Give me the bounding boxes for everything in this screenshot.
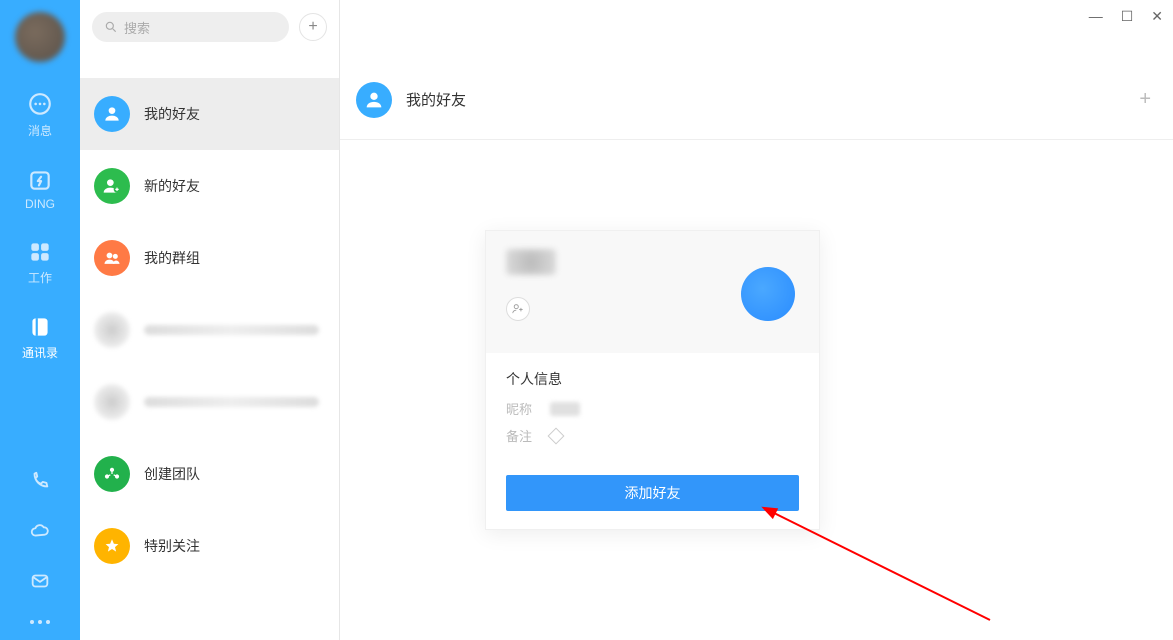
nickname-row: 昵称 [506, 399, 799, 418]
remark-label: 备注 [506, 426, 532, 445]
add-friend-button[interactable]: 添加好友 [506, 475, 799, 511]
person-plus-icon [94, 168, 130, 204]
nav-label: 消息 [28, 122, 52, 139]
chat-bubble-icon [27, 92, 53, 118]
header-add-button[interactable]: + [1139, 88, 1151, 111]
search-input[interactable]: 搜索 [92, 12, 289, 42]
blur-avatar [94, 312, 130, 348]
nav-label: 通讯录 [22, 344, 58, 361]
nav-contacts[interactable]: 通讯录 [22, 314, 58, 361]
contacts-list: 我的好友 新的好友 我的群组 创建团队 [80, 78, 339, 582]
cloud-icon[interactable] [29, 520, 51, 542]
add-button[interactable]: + [299, 13, 327, 41]
nav-label: DING [25, 197, 55, 211]
main-title: 我的好友 [406, 89, 466, 110]
row-label: 我的好友 [144, 104, 200, 124]
window-controls: — ☐ ✕ [1089, 8, 1163, 25]
user-name-blur [506, 249, 556, 275]
star-icon [94, 528, 130, 564]
nav-messages[interactable]: 消息 [27, 92, 53, 139]
rail-nav-group: 消息 DING 工作 通讯录 [22, 92, 58, 361]
blur-text [144, 397, 319, 407]
blur-text [144, 325, 319, 335]
row-label: 特别关注 [144, 536, 200, 556]
remark-row: 备注 [506, 426, 799, 445]
nav-ding[interactable]: DING [25, 167, 55, 211]
nickname-value-blur [550, 402, 580, 416]
card-header [486, 231, 819, 353]
maximize-button[interactable]: ☐ [1121, 8, 1134, 25]
edit-icon[interactable] [548, 427, 565, 444]
search-icon [104, 20, 118, 34]
minimize-button[interactable]: — [1089, 8, 1103, 25]
team-icon [94, 456, 130, 492]
row-obscured[interactable] [80, 294, 339, 366]
nickname-label: 昵称 [506, 399, 532, 418]
card-body: 个人信息 昵称 备注 [486, 353, 819, 465]
nav-work[interactable]: 工作 [27, 239, 53, 286]
apps-grid-icon [27, 239, 53, 265]
search-row: 搜索 + [80, 0, 339, 42]
row-label: 创建团队 [144, 464, 200, 484]
phone-icon[interactable] [29, 470, 51, 492]
left-rail: 消息 DING 工作 通讯录 [0, 0, 80, 640]
mail-icon[interactable] [29, 570, 51, 592]
main-header: 我的好友 + [340, 60, 1173, 140]
row-new-friends[interactable]: 新的好友 [80, 150, 339, 222]
blur-avatar [94, 384, 130, 420]
search-placeholder: 搜索 [124, 18, 150, 37]
self-avatar[interactable] [15, 12, 65, 62]
person-icon [356, 82, 392, 118]
profile-avatar[interactable] [741, 267, 795, 321]
row-label: 新的好友 [144, 176, 200, 196]
profile-card: 个人信息 昵称 备注 添加好友 [485, 230, 820, 530]
more-icon[interactable] [30, 620, 50, 624]
address-book-icon [27, 314, 53, 340]
row-my-friends[interactable]: 我的好友 [80, 78, 339, 150]
calendar-bolt-icon [27, 167, 53, 193]
row-starred[interactable]: 特别关注 [80, 510, 339, 582]
row-obscured[interactable] [80, 366, 339, 438]
rail-bottom-group [29, 470, 51, 624]
card-section-title: 个人信息 [506, 369, 799, 389]
close-button[interactable]: ✕ [1151, 8, 1163, 25]
people-icon [94, 240, 130, 276]
row-my-groups[interactable]: 我的群组 [80, 222, 339, 294]
contacts-panel: 搜索 + 我的好友 新的好友 我的群组 [80, 0, 340, 640]
nav-label: 工作 [28, 269, 52, 286]
person-icon [94, 96, 130, 132]
row-create-team[interactable]: 创建团队 [80, 438, 339, 510]
row-label: 我的群组 [144, 248, 200, 268]
add-contact-icon[interactable] [506, 297, 530, 321]
